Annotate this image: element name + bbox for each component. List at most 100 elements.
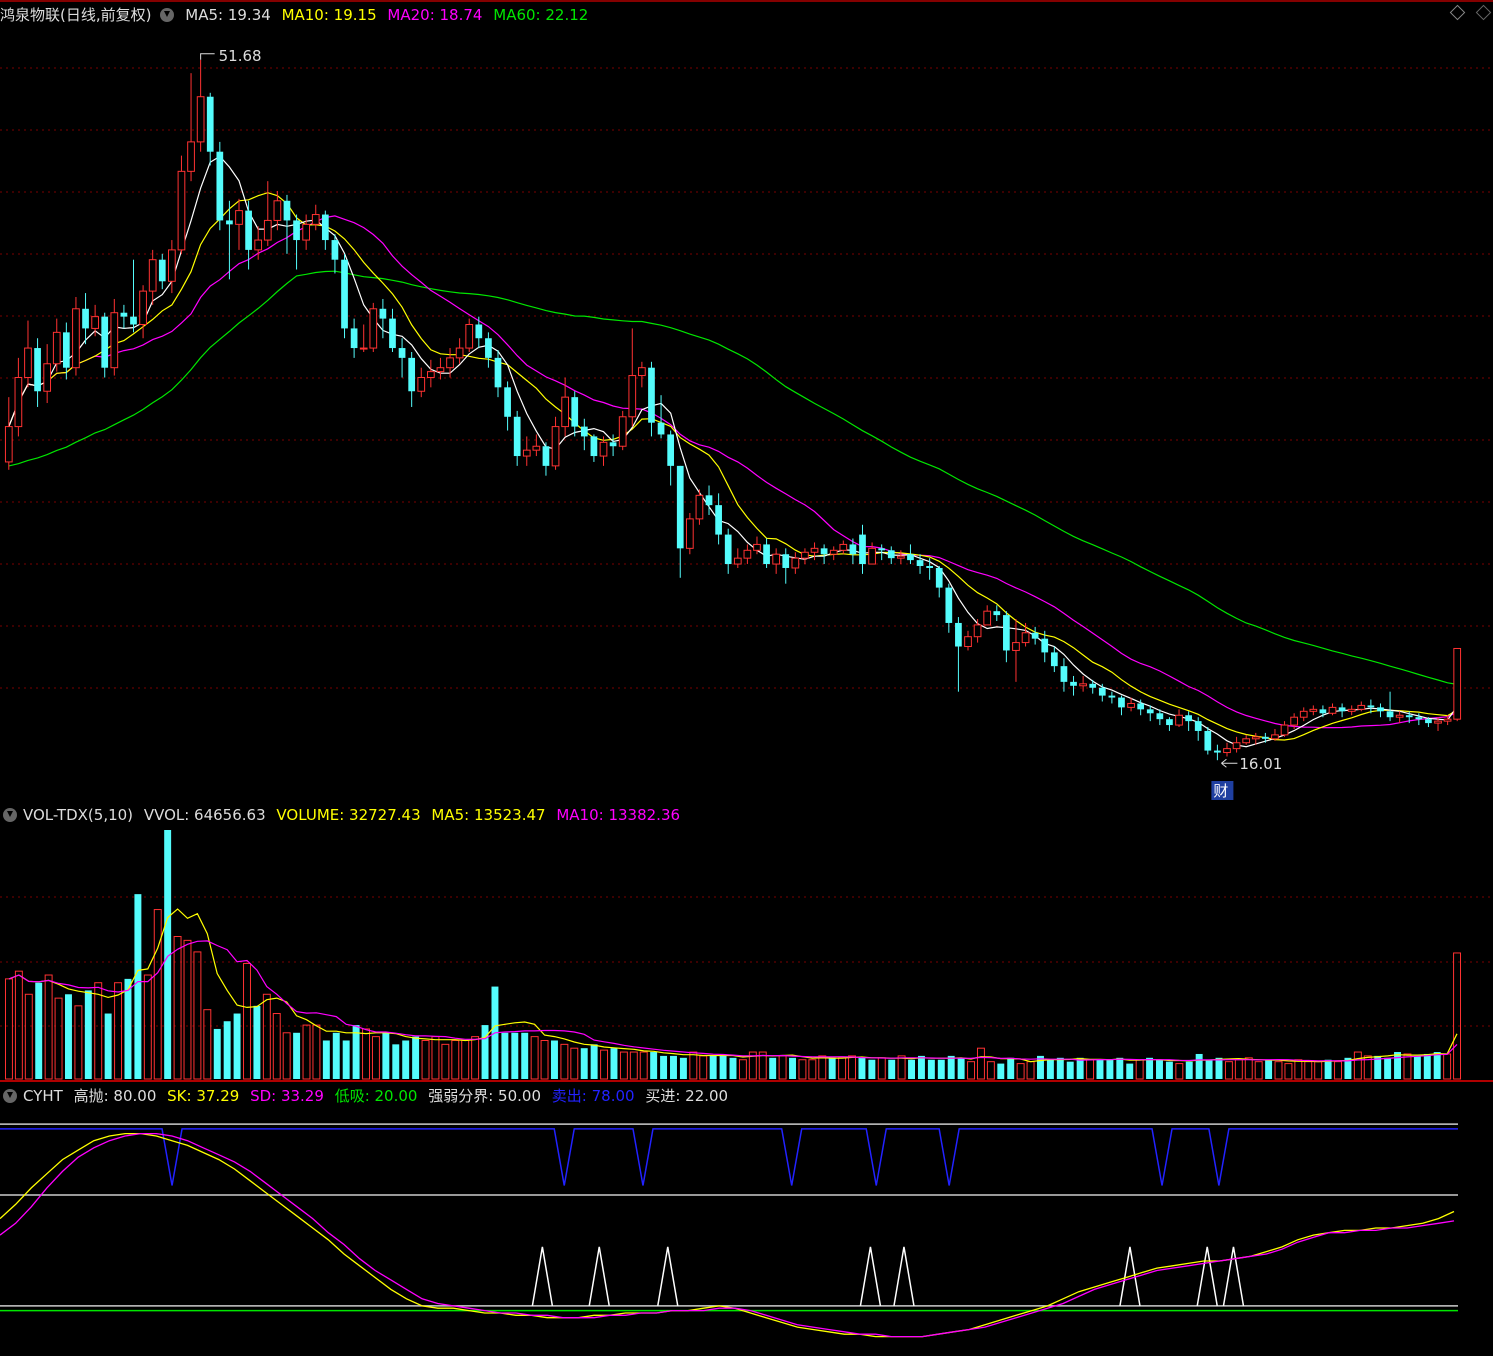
- volume-bar-up: [441, 1043, 450, 1080]
- candle-up: [1012, 642, 1020, 651]
- volume-bar-up: [173, 936, 182, 1080]
- volume-bar-up: [1016, 1063, 1025, 1080]
- volume-bar-down: [1324, 1059, 1332, 1079]
- volume-bar-up: [976, 1047, 985, 1080]
- volume-bar-up: [362, 1028, 370, 1080]
- volume-bar-down: [1423, 1053, 1431, 1079]
- volume-bar-down: [927, 1059, 935, 1079]
- candle-down: [887, 550, 895, 559]
- candle-down: [1041, 638, 1049, 653]
- candle-up: [1079, 683, 1087, 687]
- candle-up: [1309, 708, 1318, 712]
- volume-bar-down: [610, 1048, 618, 1079]
- candle-down: [1415, 717, 1423, 720]
- volume-bar-up: [114, 982, 123, 1080]
- volume-bar-up: [967, 1061, 976, 1080]
- candle-up: [43, 363, 52, 392]
- volume-bar-down: [1056, 1057, 1064, 1079]
- volume-bar-down: [332, 1032, 340, 1079]
- volume-bar-up: [1244, 1057, 1253, 1080]
- candle-up: [599, 441, 608, 457]
- candle-up: [1175, 714, 1183, 726]
- candle-down: [379, 308, 387, 319]
- candle-up: [235, 210, 243, 225]
- volume-bar-down: [828, 1057, 836, 1079]
- candle-down: [1098, 687, 1106, 696]
- volume-bar-down: [322, 1040, 330, 1079]
- volume-bar-down: [223, 1021, 231, 1079]
- candle-up: [302, 223, 311, 241]
- sell-signal-line: [0, 1128, 1458, 1186]
- candle-up: [91, 316, 99, 329]
- volume-bar-up: [1294, 1059, 1303, 1080]
- candle-up: [1290, 716, 1298, 726]
- candle-up: [311, 214, 320, 225]
- volume-bar-down: [521, 1032, 529, 1079]
- candle-down: [1089, 683, 1097, 688]
- volume-bar-down: [1116, 1057, 1124, 1079]
- volume-bar-up: [183, 939, 192, 1080]
- volume-bar-down: [709, 1055, 717, 1079]
- candle-up: [964, 636, 972, 648]
- candle-down: [1156, 713, 1164, 720]
- candle-down: [158, 259, 166, 282]
- candle-up: [1280, 724, 1289, 736]
- candle-up: [839, 543, 848, 551]
- volume-bar-down: [1096, 1059, 1104, 1079]
- candle-up: [254, 239, 263, 251]
- volume-bar-down: [124, 978, 132, 1079]
- volume-bar-up: [1026, 1061, 1035, 1080]
- candle-up: [695, 494, 704, 520]
- candle-down: [1405, 715, 1413, 718]
- candle-up: [897, 555, 905, 559]
- volume-bar-up: [1234, 1059, 1243, 1080]
- volume-bar-up: [848, 1055, 856, 1080]
- volume-bar-up: [302, 1024, 311, 1080]
- candle-up: [72, 308, 80, 369]
- volume-bar-down: [511, 1032, 519, 1079]
- volume-bar-down: [580, 1048, 588, 1079]
- volume-bar-down: [35, 982, 43, 1079]
- low-price-label: 16.01: [1239, 755, 1282, 773]
- candle-up: [522, 449, 531, 457]
- volume-bar-down: [917, 1055, 925, 1079]
- candle-down: [916, 560, 924, 567]
- volume-bar-up: [74, 1005, 83, 1080]
- volume-bar-up: [1086, 1059, 1095, 1080]
- candle-down: [1377, 707, 1384, 712]
- volume-bar-down: [1384, 1057, 1392, 1079]
- candle-up: [1271, 734, 1279, 740]
- candle-up: [1395, 714, 1404, 718]
- candle-down: [667, 434, 675, 466]
- volume-bar-up: [798, 1059, 807, 1080]
- volume-bar-down: [1185, 1061, 1193, 1079]
- candle-down: [1031, 632, 1039, 639]
- volume-bar-up: [808, 1059, 817, 1080]
- candle-down: [878, 548, 886, 551]
- volume-bar-down: [719, 1055, 727, 1079]
- volume-bar-up: [1274, 1061, 1283, 1080]
- candle-down: [763, 544, 770, 565]
- volume-bar-down: [789, 1057, 796, 1079]
- candle-down: [676, 465, 684, 549]
- maichu-legend: 卖出: 78.00: [551, 1087, 635, 1105]
- volume-bar-up: [282, 1032, 291, 1080]
- candle-up: [1251, 736, 1260, 740]
- volume-bar-up: [1443, 1053, 1452, 1080]
- volume-bar-down: [888, 1059, 896, 1079]
- volume-bar-up: [14, 970, 23, 1080]
- candle-up: [628, 375, 637, 418]
- candle-up: [1299, 710, 1308, 718]
- volume-bar-down: [729, 1057, 737, 1079]
- volume-bar-up: [94, 982, 103, 1080]
- mairu-legend: 买进: 22.00: [645, 1087, 729, 1105]
- indicator-chart: [0, 1123, 1458, 1338]
- volume-bar-down: [679, 1057, 687, 1079]
- volume-bar-down: [868, 1059, 876, 1079]
- ma60-line: [8, 270, 1458, 685]
- candle-down: [485, 338, 492, 358]
- candle-down: [955, 622, 962, 647]
- volume-bar-down: [1126, 1063, 1134, 1079]
- candle-down: [609, 442, 617, 447]
- indicator-collapse-icon[interactable]: [3, 1088, 17, 1103]
